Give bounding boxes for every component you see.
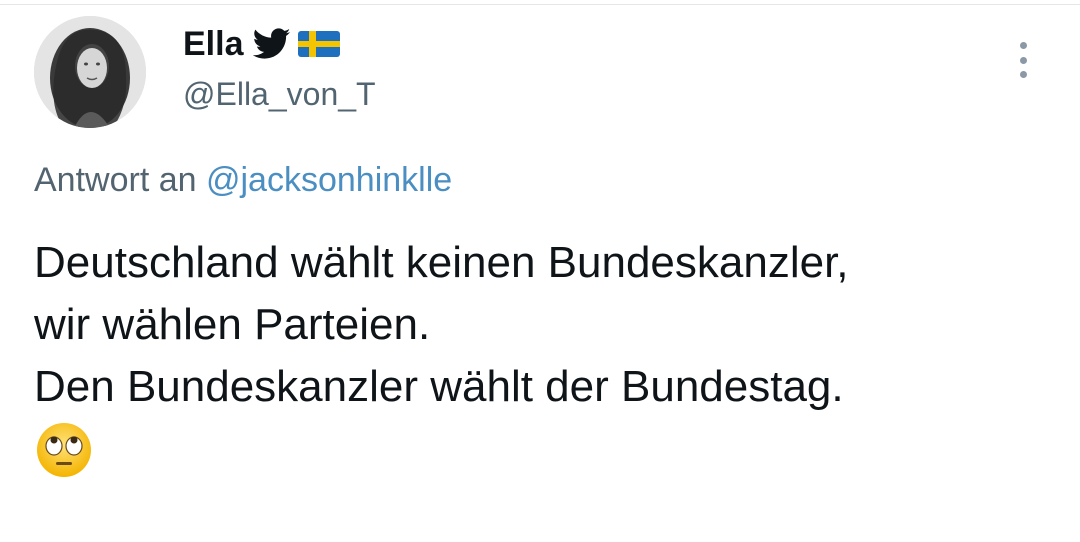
avatar-image [34, 16, 146, 128]
tweet-card: Ella @Ella_von_T Antwort an @jacksonhink… [0, 0, 1080, 542]
tweet-text: Deutschland wählt keinen Bundeskanzler, … [34, 232, 1054, 480]
face-with-rolling-eyes-emoji [34, 420, 94, 480]
tweet-text-line: wir wählen Parteien. [34, 300, 431, 349]
reply-prefix: Antwort an [34, 161, 197, 199]
name-row: Ella [183, 24, 376, 64]
avatar[interactable] [34, 16, 146, 128]
tweet-text-line: Deutschland wählt keinen Bundeskanzler, [34, 238, 849, 287]
more-vertical-icon [1019, 42, 1027, 49]
twitter-bird-icon [253, 28, 291, 60]
reply-context: Antwort an @jacksonhinklle [34, 158, 452, 202]
user-handle[interactable]: @Ella_von_T [183, 74, 376, 114]
more-options-button[interactable] [1008, 38, 1038, 82]
reply-mention-link[interactable]: @jacksonhinklle [206, 161, 452, 199]
more-vertical-icon-dot [1019, 71, 1027, 78]
display-name[interactable]: Ella [183, 24, 243, 64]
sweden-flag-icon [297, 29, 341, 59]
more-vertical-icon-dot [1019, 56, 1027, 64]
tweet-text-line: Den Bundeskanzler wählt der Bundestag. [34, 362, 844, 411]
top-divider [0, 4, 1080, 5]
tweet-header: Ella @Ella_von_T [183, 24, 376, 114]
